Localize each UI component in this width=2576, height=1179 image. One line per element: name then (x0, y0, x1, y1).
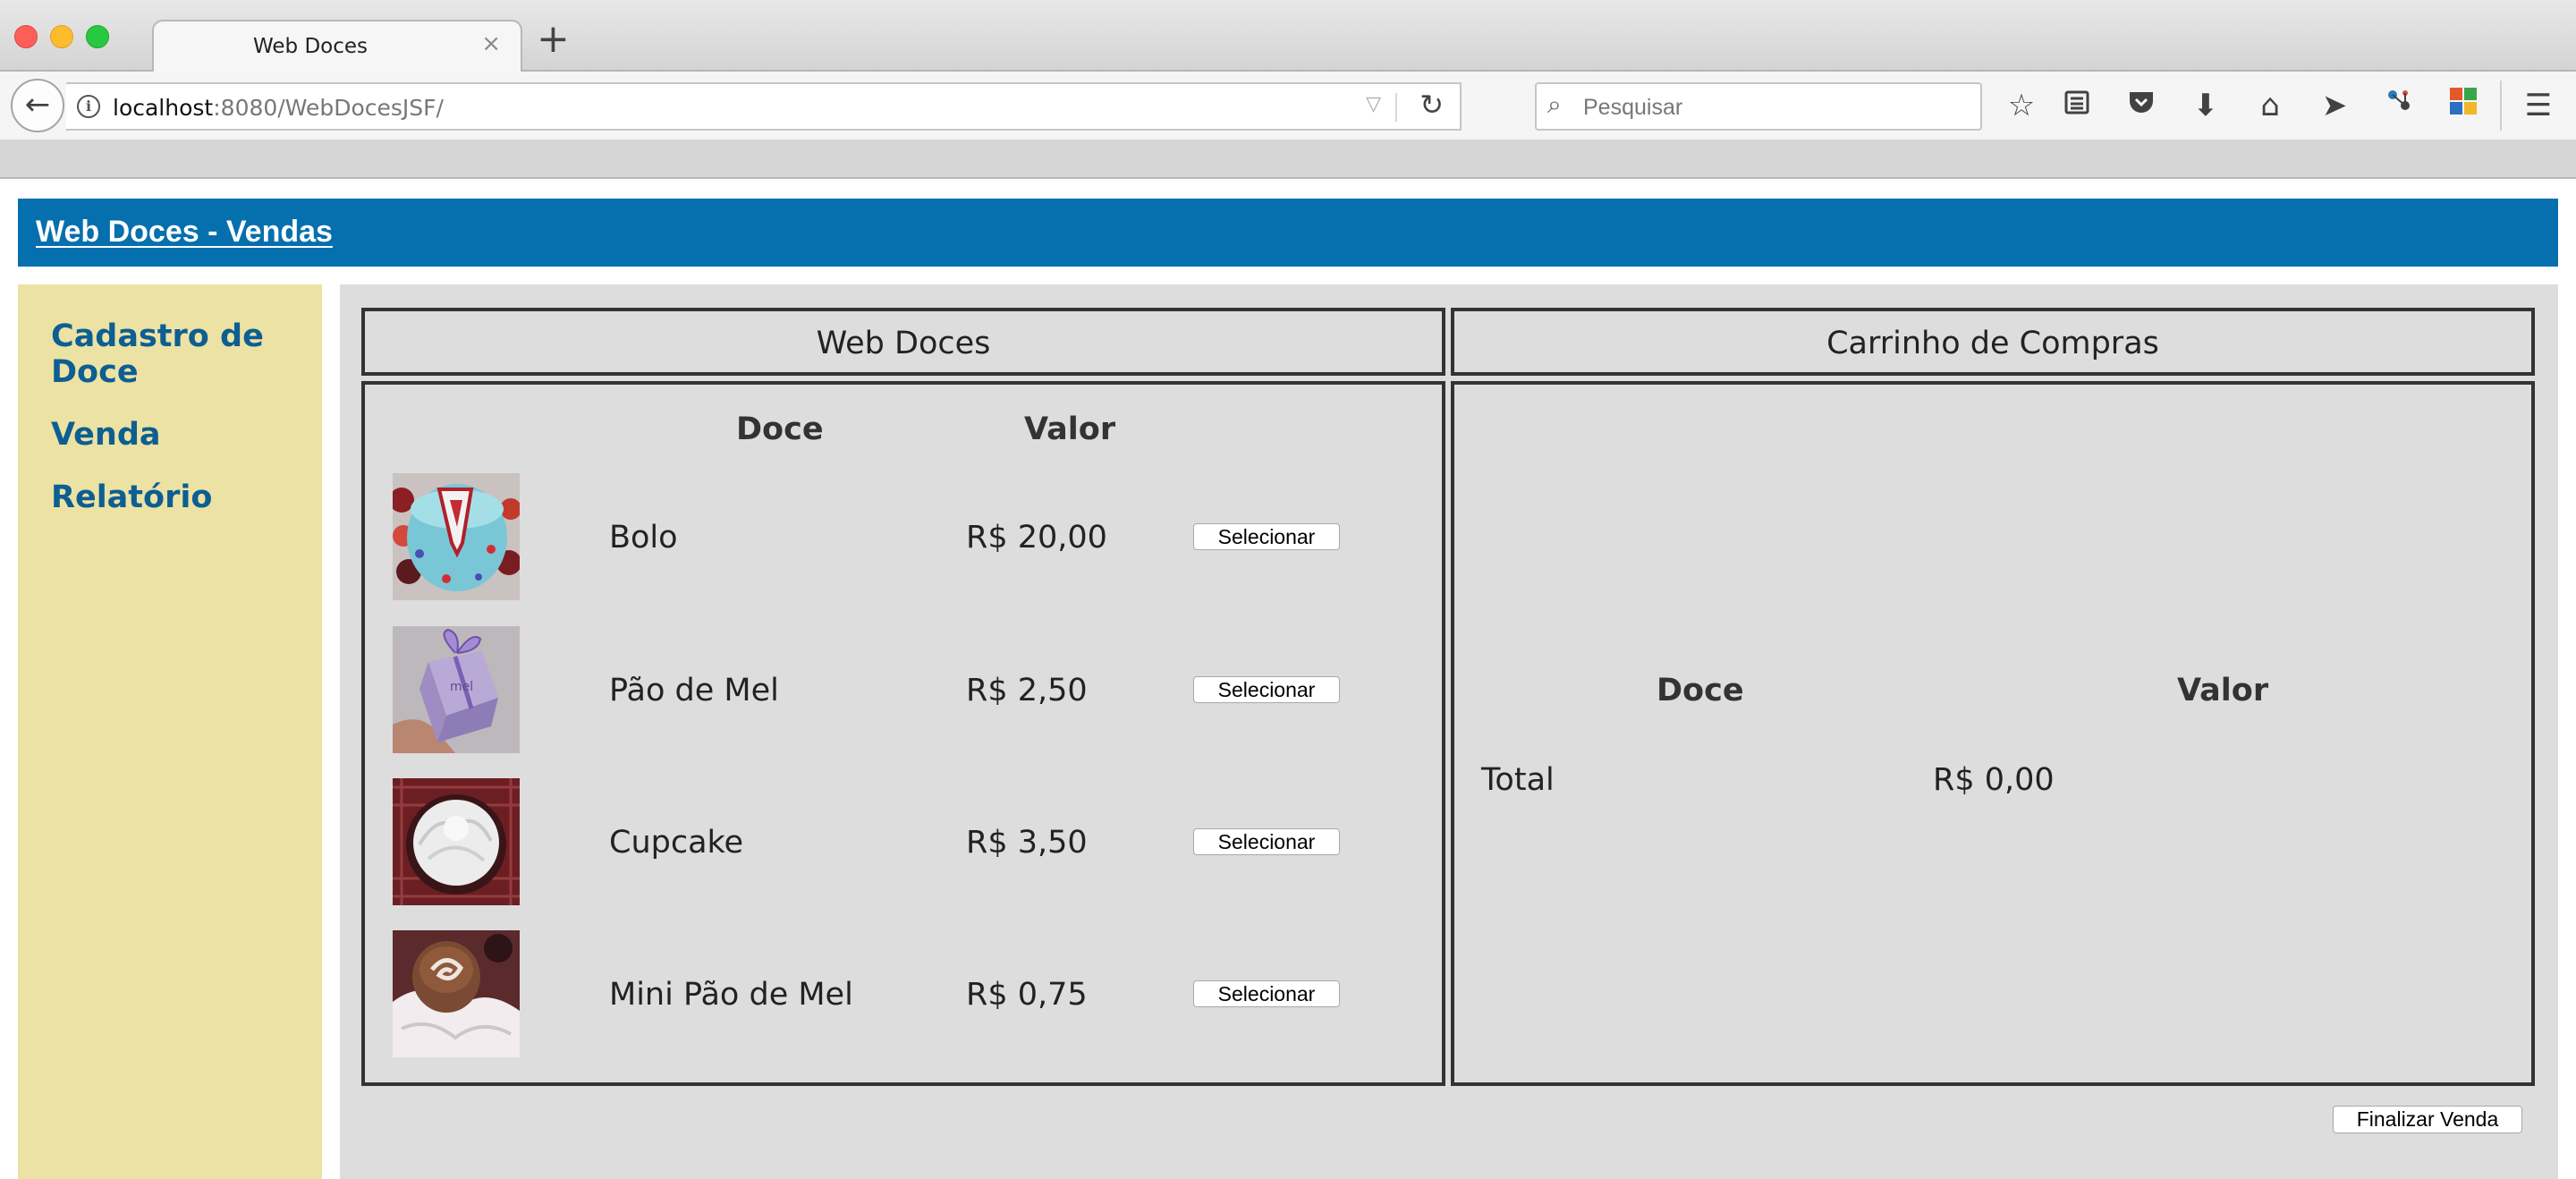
products-col-doce: Doce (736, 411, 824, 447)
main-content: Web Doces Carrinho de Compras Doce Valor (340, 284, 2558, 1179)
chocolate-bonbon-image (393, 930, 520, 1057)
cart-title-box: Carrinho de Compras (1451, 308, 2535, 376)
product-row: mel Pão de Mel R$ 2,50 Selecionar (365, 626, 1442, 753)
cart-total-value: R$ 0,00 (1933, 762, 2055, 798)
send-icon[interactable]: ➤ (2315, 86, 2354, 125)
cart-panel-title: Carrinho de Compras (1826, 326, 2159, 361)
sidebar-item-venda[interactable]: Venda (51, 417, 310, 453)
select-cupcake-button[interactable]: Selecionar (1193, 828, 1340, 855)
select-bolo-button[interactable]: Selecionar (1193, 523, 1340, 550)
pocket-icon[interactable] (2122, 86, 2161, 125)
search-input[interactable] (1581, 91, 1970, 123)
cart-col-valor: Valor (2177, 673, 2269, 708)
product-name: Bolo (609, 520, 678, 556)
finalize-sale-button[interactable]: Finalizar Venda (2333, 1106, 2522, 1133)
select-mini-pao-de-mel-button[interactable]: Selecionar (1193, 980, 1340, 1007)
cupcake-image (393, 778, 520, 905)
product-name: Pão de Mel (609, 673, 779, 708)
cart-total-label: Total (1481, 762, 1555, 798)
hamburger-menu-icon[interactable]: ☰ (2519, 86, 2558, 125)
extension-network-icon[interactable] (2379, 86, 2419, 125)
bookmark-star-icon[interactable]: ☆ (2002, 86, 2041, 125)
page-title-link[interactable]: Web Doces - Vendas (36, 215, 333, 250)
sidebar: Cadastro de Doce Venda Relatório (18, 284, 322, 1179)
window-minimize-button[interactable] (50, 25, 73, 48)
cart-col-doce: Doce (1657, 673, 1744, 708)
products-col-valor: Valor (1024, 411, 1116, 447)
url-text[interactable]: localhost:8080/WebDocesJSF/ (113, 95, 444, 121)
product-name: Mini Pão de Mel (609, 977, 853, 1013)
product-row: Mini Pão de Mel R$ 0,75 Selecionar (365, 930, 1442, 1057)
window-close-button[interactable] (14, 25, 38, 48)
home-icon[interactable]: ⌂ (2250, 86, 2290, 125)
search-icon: ⌕ (1547, 89, 1562, 119)
gift-box-image: mel (393, 626, 520, 753)
info-icon[interactable]: i (77, 95, 100, 118)
reading-list-icon[interactable] (2057, 86, 2097, 125)
cart-panel: Doce Valor Total R$ 0,00 (1451, 381, 2535, 1086)
svg-text:mel: mel (450, 680, 473, 694)
browser-chrome: Web Doces × + ← i localhost:8080/WebDoce… (0, 0, 2576, 179)
window-maximize-button[interactable] (86, 25, 109, 48)
select-pao-de-mel-button[interactable]: Selecionar (1193, 676, 1340, 703)
toolbar-separator (2500, 81, 2502, 131)
browser-tab[interactable]: Web Doces × (152, 20, 522, 72)
cake-image (393, 473, 520, 600)
reload-icon[interactable]: ↻ (1419, 88, 1444, 122)
products-title-box: Web Doces (361, 308, 1445, 376)
url-bar[interactable]: i localhost:8080/WebDocesJSF/ ▽ ↻ (66, 82, 1462, 131)
back-button[interactable]: ← (11, 79, 64, 132)
search-bar[interactable]: ⌕ (1535, 82, 1982, 131)
download-icon[interactable]: ⬇ (2186, 86, 2225, 125)
page-header: Web Doces - Vendas (18, 199, 2558, 267)
product-price: R$ 20,00 (966, 520, 1107, 556)
products-panel-title: Web Doces (816, 326, 991, 361)
close-tab-icon[interactable]: × (481, 30, 501, 57)
product-name: Cupcake (609, 825, 744, 861)
product-row: Cupcake R$ 3,50 Selecionar (365, 778, 1442, 905)
sidebar-item-cadastro-de-doce[interactable]: Cadastro de Doce (51, 318, 310, 390)
tab-title: Web Doces (252, 35, 369, 58)
arrow-left-icon: ← (24, 87, 51, 123)
history-dropdown-icon[interactable]: ▽ (1366, 93, 1381, 115)
extension-s3-icon[interactable] (2444, 86, 2483, 125)
sidebar-item-relatorio[interactable]: Relatório (51, 479, 310, 515)
product-row: Bolo R$ 20,00 Selecionar (365, 473, 1442, 600)
product-price: R$ 2,50 (966, 673, 1088, 708)
tab-strip: Web Doces × + (0, 0, 2576, 72)
url-separator (1395, 93, 1397, 122)
new-tab-button[interactable]: + (537, 20, 570, 59)
navigation-toolbar: ← i localhost:8080/WebDocesJSF/ ▽ ↻ ⌕ ☆ … (0, 72, 2576, 140)
product-price: R$ 0,75 (966, 977, 1088, 1013)
product-price: R$ 3,50 (966, 825, 1088, 861)
products-panel: Doce Valor Bolo R$ 20,00 Selecionar mel … (361, 381, 1445, 1086)
